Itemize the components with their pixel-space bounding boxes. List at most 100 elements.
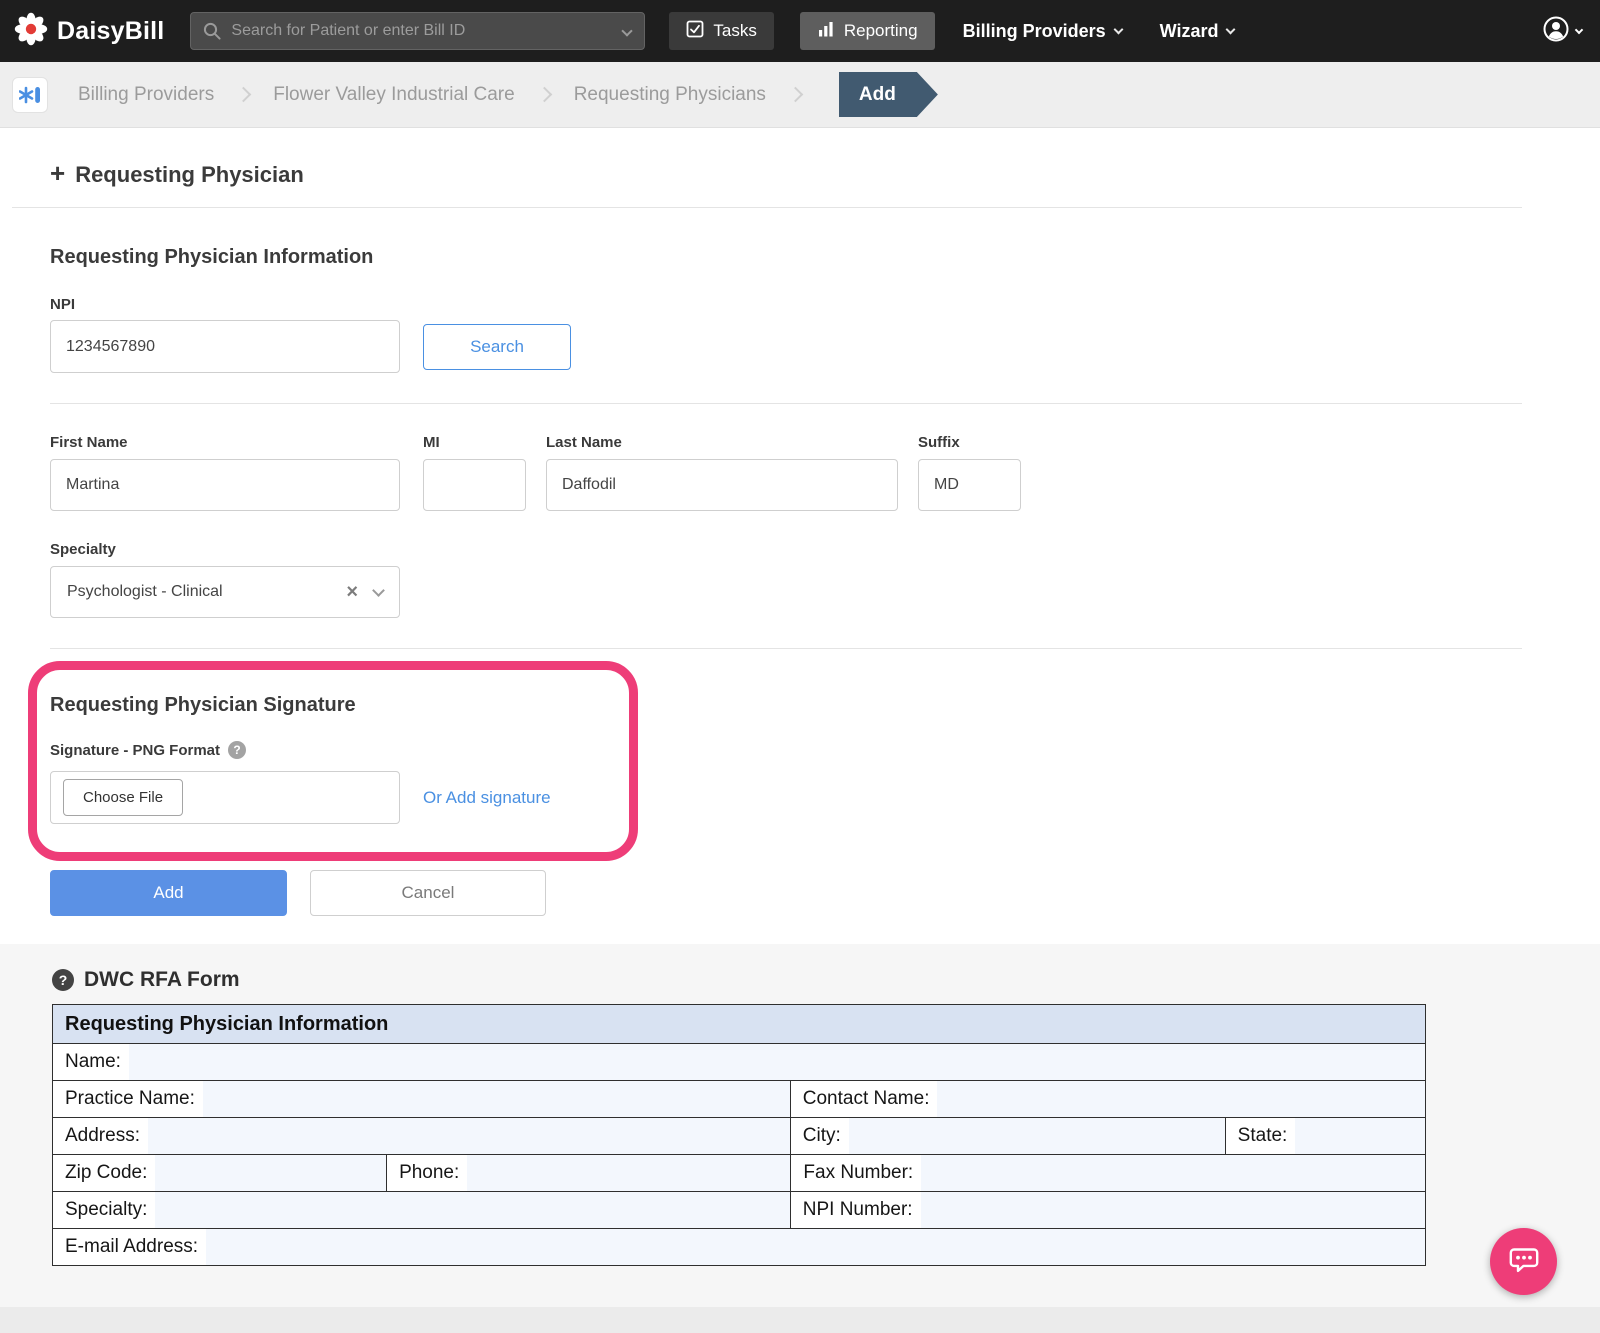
rfa-cell-address: Address: — [53, 1118, 790, 1154]
add-signature-link[interactable]: Or Add signature — [423, 788, 551, 808]
plus-icon: + — [50, 158, 66, 188]
add-button[interactable]: Add — [50, 870, 287, 916]
table-row: Practice Name: Contact Name: — [53, 1080, 1425, 1117]
specialty-select[interactable]: Psychologist - Clinical × — [50, 566, 400, 618]
table-row: Zip Code: Phone: Fax Number: — [53, 1154, 1425, 1191]
chevron-down-icon — [1574, 25, 1584, 35]
user-icon — [1542, 15, 1570, 48]
npi-input[interactable] — [50, 320, 400, 373]
bar-chart-icon — [817, 20, 835, 43]
rfa-heading-text: DWC RFA Form — [84, 968, 240, 991]
table-row: E-mail Address: — [53, 1228, 1425, 1265]
main-panel: + Requesting Physician Requesting Physic… — [0, 128, 1600, 944]
suffix-label: Suffix — [918, 434, 960, 451]
breadcrumb: Billing Providers Flower Valley Industri… — [0, 62, 1600, 128]
wizard-menu[interactable]: Wizard — [1159, 20, 1236, 42]
first-name-input[interactable] — [50, 459, 400, 511]
billing-providers-menu[interactable]: Billing Providers — [962, 20, 1124, 42]
cell-label: City: — [802, 1125, 841, 1146]
npi-search-button[interactable]: Search — [423, 323, 571, 370]
specialty-label: Specialty — [50, 541, 116, 558]
rfa-table-header: Requesting Physician Information — [53, 1005, 1425, 1043]
npi-label: NPI — [50, 296, 76, 313]
billing-providers-label: Billing Providers — [962, 20, 1106, 41]
rfa-cell-fax: Fax Number: — [790, 1155, 1425, 1191]
signature-section: Requesting Physician Signature Signature… — [28, 649, 1522, 861]
cell-label: Specialty: — [65, 1199, 148, 1220]
rfa-cell-zip: Zip Code: — [53, 1155, 387, 1191]
help-icon[interactable]: ? — [52, 969, 74, 991]
chevron-down-icon[interactable] — [372, 583, 385, 597]
search-icon — [202, 21, 222, 46]
search-input[interactable] — [190, 12, 646, 50]
cell-label: E-mail Address: — [65, 1236, 199, 1257]
breadcrumb-item-requesting-physicians[interactable]: Requesting Physicians — [574, 84, 766, 106]
rfa-form-table: Requesting Physician Information Name: P… — [52, 1004, 1426, 1266]
signature-file-input[interactable]: Choose File — [50, 771, 400, 824]
table-row: Name: — [53, 1043, 1425, 1080]
suffix-input[interactable] — [918, 459, 1021, 511]
choose-file-button[interactable]: Choose File — [63, 779, 184, 816]
global-search — [190, 12, 646, 50]
info-section-heading: Requesting Physician Information — [50, 246, 374, 268]
breadcrumb-item-billing-providers[interactable]: Billing Providers — [78, 84, 214, 106]
rfa-cell-contact-name: Contact Name: — [789, 1081, 1425, 1117]
clear-icon[interactable]: × — [346, 581, 358, 604]
cell-label: Contact Name: — [802, 1088, 930, 1109]
divider — [12, 207, 1522, 208]
signature-format-label: Signature - PNG Format — [50, 741, 221, 759]
help-icon[interactable]: ? — [228, 741, 247, 759]
rfa-cell-specialty: Specialty: — [53, 1192, 790, 1228]
flower-icon — [14, 12, 48, 51]
rfa-cell-state: State: — [1224, 1118, 1425, 1154]
daisybill-logo[interactable]: DaisyBill — [14, 12, 164, 51]
brand-name: DaisyBill — [57, 16, 165, 45]
mi-input[interactable] — [423, 459, 526, 511]
tasks-label: Tasks — [713, 21, 757, 40]
breadcrumb-separator-icon — [235, 86, 252, 103]
dwc-rfa-section: ? DWC RFA Form Requesting Physician Info… — [0, 944, 1600, 1318]
cell-label: Address: — [65, 1125, 140, 1146]
top-navbar: DaisyBill Tasks Reporting — [0, 0, 1600, 62]
cancel-button[interactable]: Cancel — [310, 870, 546, 916]
signature-section-heading: Requesting Physician Signature — [50, 694, 356, 716]
cell-label: Zip Code: — [65, 1162, 148, 1183]
rfa-cell-practice-name: Practice Name: — [53, 1081, 790, 1117]
reporting-label: Reporting — [843, 21, 918, 40]
divider — [50, 403, 1522, 404]
first-name-label: First Name — [50, 434, 128, 451]
table-row: Address: City: State: — [53, 1117, 1425, 1154]
tasks-check-icon — [686, 20, 704, 43]
chat-button[interactable] — [1490, 1228, 1557, 1295]
wizard-label: Wizard — [1159, 20, 1219, 41]
specialty-selected-value: Psychologist - Clinical — [67, 583, 223, 600]
cell-label: Name: — [65, 1051, 121, 1072]
last-name-label: Last Name — [546, 434, 622, 451]
breadcrumb-item-flower-valley[interactable]: Flower Valley Industrial Care — [273, 84, 514, 106]
pink-highlight-frame — [28, 661, 638, 861]
rfa-cell-npi-number: NPI Number: — [789, 1192, 1425, 1228]
chevron-down-icon — [1113, 24, 1124, 35]
tasks-button[interactable]: Tasks — [669, 12, 774, 50]
rfa-cell-phone: Phone: — [386, 1155, 791, 1191]
breadcrumb-active-add[interactable]: Add — [839, 72, 938, 117]
rfa-cell-city: City: — [789, 1118, 1225, 1154]
cell-label: Practice Name: — [65, 1088, 195, 1109]
bill-app-icon[interactable] — [12, 76, 48, 113]
table-row: Specialty: NPI Number: — [53, 1191, 1425, 1228]
rfa-cell-name: Name: — [53, 1044, 1425, 1080]
cell-label: State: — [1237, 1125, 1288, 1146]
rfa-heading: ? DWC RFA Form — [52, 968, 1600, 992]
page-title-text: Requesting Physician — [75, 161, 304, 187]
reporting-button[interactable]: Reporting — [799, 12, 935, 50]
breadcrumb-separator-icon — [787, 86, 804, 103]
breadcrumb-separator-icon — [536, 86, 552, 103]
account-menu[interactable] — [1542, 15, 1584, 48]
page-title: + Requesting Physician — [50, 158, 1522, 189]
last-name-input[interactable] — [546, 459, 898, 511]
cell-label: NPI Number: — [802, 1199, 913, 1220]
mi-label: MI — [423, 434, 440, 451]
rfa-cell-email: E-mail Address: — [53, 1229, 1425, 1265]
chat-bubble-icon — [1506, 1241, 1542, 1282]
footer-strip — [0, 1307, 1600, 1333]
